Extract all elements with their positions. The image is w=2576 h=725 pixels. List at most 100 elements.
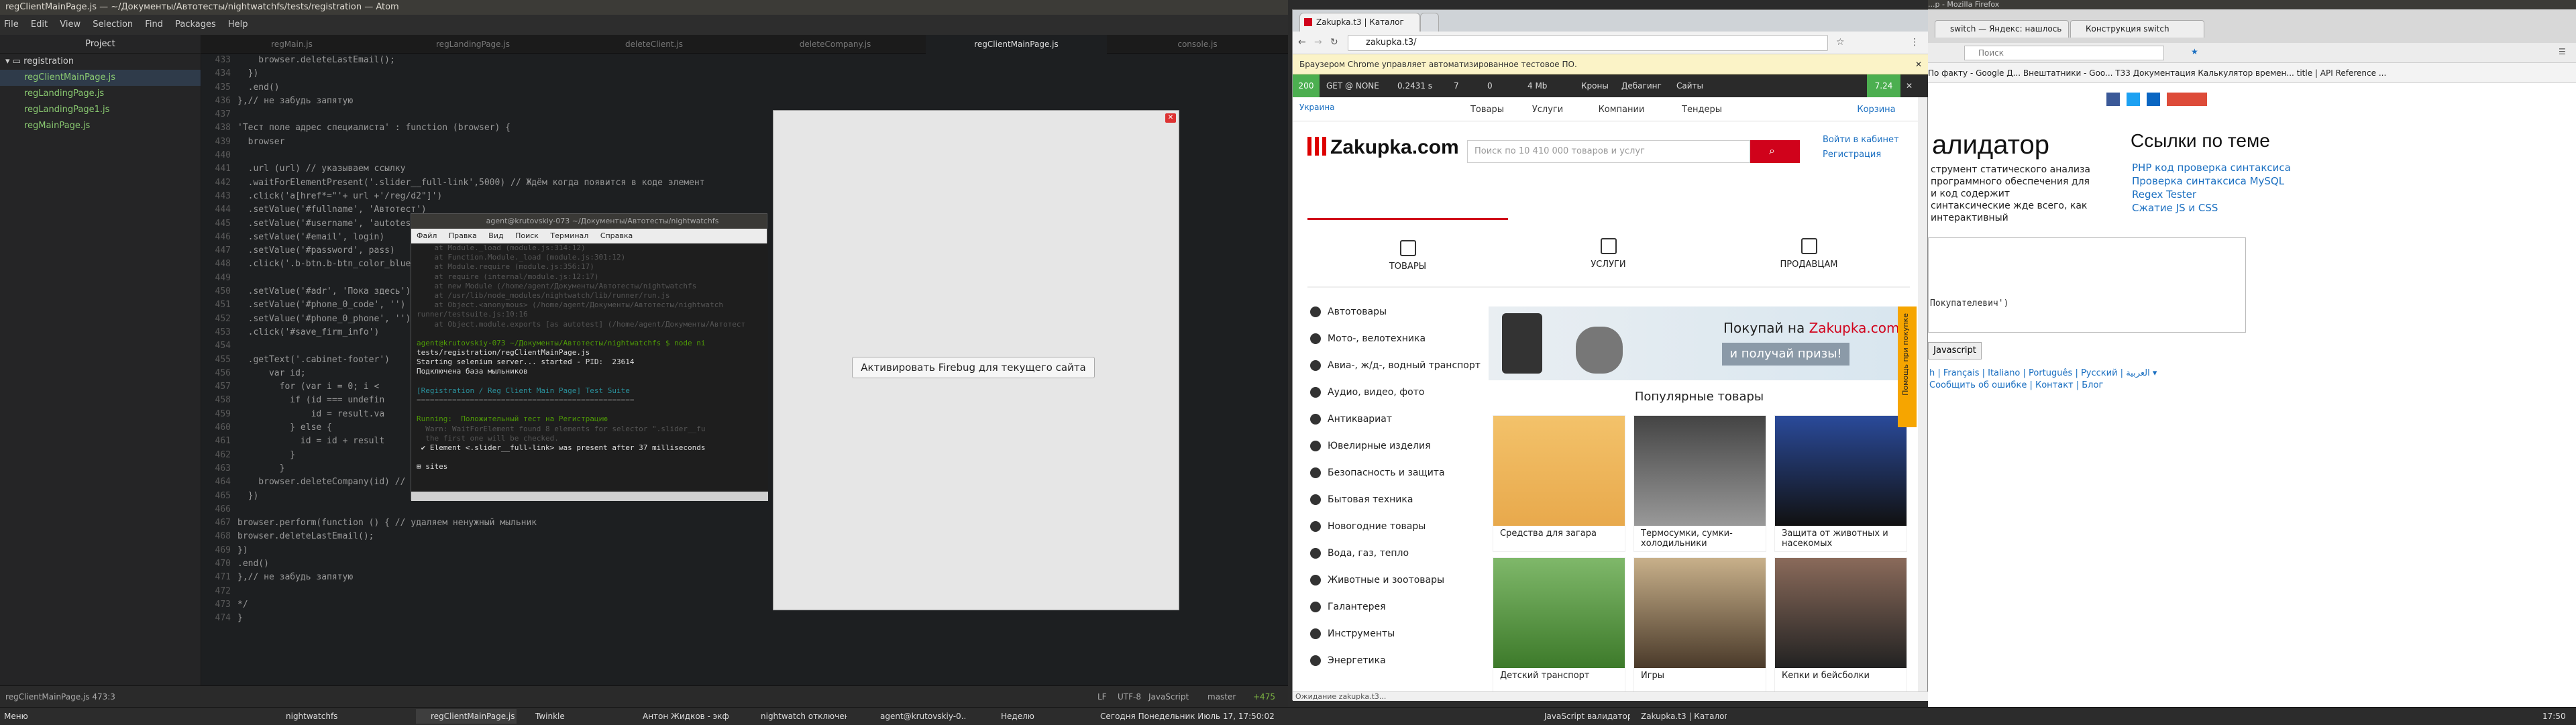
status-eol[interactable]: LF: [1097, 686, 1107, 708]
back-icon[interactable]: ←: [1298, 37, 1306, 48]
editor-tab-active[interactable]: regClientMainPage.js: [926, 35, 1107, 54]
terminal-menu-view[interactable]: Вид: [488, 231, 503, 240]
related-link[interactable]: PHP код проверка синтаксиса: [2132, 161, 2306, 174]
nav-services[interactable]: Услуги: [1514, 103, 1581, 117]
search-button[interactable]: ⌕: [1750, 140, 1800, 163]
chrome-tab[interactable]: Zakupka.t3 | Каталог: [1299, 13, 1420, 32]
category-item[interactable]: Аудио, видео, фото: [1307, 379, 1482, 406]
editor-tab[interactable]: deleteClient.js: [564, 35, 745, 54]
category-item[interactable]: Вода, газ, тепло: [1307, 540, 1482, 567]
bookmark-star-icon[interactable]: ★: [2191, 47, 2198, 56]
promo-banner[interactable]: Покупай на Zakupka.com и получай призы!: [1489, 306, 1910, 380]
category-item[interactable]: Автотовары: [1307, 298, 1482, 325]
devbar-crons[interactable]: Кроны: [1581, 74, 1609, 97]
close-icon[interactable]: ✕: [1906, 74, 1913, 97]
devbar-debugging[interactable]: Дебагинг: [1621, 74, 1662, 97]
product-card[interactable]: Термосумки, сумки-холодильники: [1633, 415, 1766, 552]
menu-selection[interactable]: Selection: [93, 19, 133, 30]
tree-file[interactable]: regLandingPage1.js: [0, 102, 201, 118]
related-link[interactable]: Проверка синтаксиса MySQL: [2132, 174, 2306, 188]
tab-services[interactable]: УСЛУГИ: [1508, 218, 1709, 288]
share-icons[interactable]: [2106, 93, 2207, 106]
taskbar-item[interactable]: regClientMainPage.js: [416, 709, 517, 724]
validate-button[interactable]: Javascript: [1928, 342, 1982, 359]
menu-packages[interactable]: Packages: [175, 19, 216, 30]
nav-companies[interactable]: Компании: [1581, 103, 1662, 117]
tree-file[interactable]: regClientMainPage.js: [0, 70, 201, 86]
terminal-output[interactable]: at Module._load (module.js:314:12) at Fu…: [411, 243, 768, 492]
help-tab[interactable]: Помощь при покупке: [1898, 306, 1917, 427]
register-link[interactable]: Регистрация: [1823, 150, 1881, 160]
category-item[interactable]: Антиквариат: [1307, 406, 1482, 433]
page-scrollbar[interactable]: [1918, 97, 1927, 691]
taskbar-item[interactable]: agent@krutovskiy-0...: [865, 709, 966, 724]
editor-tab[interactable]: deleteCompany.js: [745, 35, 926, 54]
taskbar-item[interactable]: JavaScript валидатор: [1529, 709, 1630, 724]
category-item[interactable]: Галантерея: [1307, 594, 1482, 620]
site-logo[interactable]: Zakupka.com: [1307, 136, 1459, 159]
terminal-menu-terminal[interactable]: Терминал: [550, 231, 588, 240]
terminal-menu-file[interactable]: Файл: [417, 231, 437, 240]
tree-folder-registration[interactable]: ▾ ▭ registration: [0, 54, 201, 70]
product-card[interactable]: Детский транспорт: [1493, 557, 1625, 691]
close-icon[interactable]: ✕: [1915, 54, 1922, 74]
search-input[interactable]: Поиск по 10 410 000 товаров и услуг: [1467, 140, 1750, 163]
category-item[interactable]: Авиа-, ж/д-, водный транспорт: [1307, 352, 1482, 379]
code-textarea[interactable]: Покупателевич'): [1928, 237, 2246, 333]
editor-tab[interactable]: regMain.js: [201, 35, 382, 54]
category-item[interactable]: Ювелирные изделия: [1307, 433, 1482, 459]
related-link[interactable]: Сжатие JS и CSS: [2132, 201, 2306, 215]
menu-view[interactable]: View: [60, 19, 80, 30]
status-branch[interactable]: master: [1208, 686, 1236, 708]
editor-tab[interactable]: console.js: [1107, 35, 1288, 54]
login-link[interactable]: Войти в кабинет: [1823, 135, 1899, 145]
terminal-scrollbar[interactable]: [411, 492, 768, 501]
taskbar-item[interactable]: nightwatch отключен д...: [746, 709, 847, 724]
menu-file[interactable]: File: [4, 19, 19, 30]
menu-icon[interactable]: ⋮: [1910, 37, 1919, 48]
search-input[interactable]: Поиск: [1964, 46, 2164, 60]
category-item[interactable]: Инструменты: [1307, 620, 1482, 647]
tree-file[interactable]: regLandingPage.js: [0, 86, 201, 102]
nav-tenders[interactable]: Тендеры: [1662, 103, 1742, 117]
product-card[interactable]: Средства для загара: [1493, 415, 1625, 552]
category-item[interactable]: Мото-, велотехника: [1307, 325, 1482, 352]
firefox-tab[interactable]: Конструкция switch: [2070, 20, 2204, 38]
taskbar-item[interactable]: Zakupka.t3 | Каталог...: [1626, 709, 1727, 724]
new-tab-button[interactable]: [1420, 13, 1439, 32]
status-grammar[interactable]: JavaScript: [1148, 686, 1189, 708]
close-icon[interactable]: ✕: [1165, 113, 1176, 123]
taskbar-item[interactable]: nightwatchfs: [271, 709, 372, 724]
product-card[interactable]: Кепки и бейсболки: [1774, 557, 1907, 691]
activate-firebug-button[interactable]: Активировать Firebug для текущего сайта: [852, 357, 1095, 378]
tree-file[interactable]: regMainPage.js: [0, 118, 201, 134]
product-card[interactable]: Защита от животных и насекомых: [1774, 415, 1907, 552]
menu-icon[interactable]: ☰: [2559, 47, 2566, 56]
product-card[interactable]: Игры: [1633, 557, 1766, 691]
taskbar-item[interactable]: Неделю: [986, 709, 1087, 724]
taskbar-item[interactable]: Антон Жидков - экф...: [628, 709, 729, 724]
nav-goods[interactable]: Товары: [1460, 103, 1514, 117]
address-bar[interactable]: zakupka.t3/: [1348, 35, 1828, 51]
tab-goods[interactable]: ТОВАРЫ: [1307, 218, 1508, 288]
taskbar-item[interactable]: Twinkle: [521, 709, 621, 724]
region-select[interactable]: Украина: [1299, 103, 1335, 112]
category-item[interactable]: Безопасность и защита: [1307, 459, 1482, 486]
category-item[interactable]: Энергетика: [1307, 647, 1482, 674]
menu-help[interactable]: Help: [228, 19, 248, 30]
menu-find[interactable]: Find: [145, 19, 163, 30]
reload-icon[interactable]: ↻: [1330, 37, 1338, 48]
firefox-tab[interactable]: switch — Яндекс: нашлось: [1935, 20, 2069, 38]
category-item[interactable]: Животные и зоотовары: [1307, 567, 1482, 594]
cart-link[interactable]: Корзина: [1843, 103, 1910, 117]
star-icon[interactable]: ☆: [1836, 37, 1845, 48]
terminal-menu-edit[interactable]: Правка: [449, 231, 477, 240]
category-item[interactable]: Новогодние товары: [1307, 513, 1482, 540]
status-encoding[interactable]: UTF-8: [1118, 686, 1141, 708]
terminal-menu-help[interactable]: Справка: [600, 231, 633, 240]
category-item[interactable]: Бытовая техника: [1307, 486, 1482, 513]
editor-tab[interactable]: regLandingPage.js: [382, 35, 564, 54]
start-menu-button[interactable]: Меню: [4, 708, 28, 725]
devbar-sites[interactable]: Сайты: [1676, 74, 1703, 97]
related-link[interactable]: Regex Tester: [2132, 188, 2306, 201]
